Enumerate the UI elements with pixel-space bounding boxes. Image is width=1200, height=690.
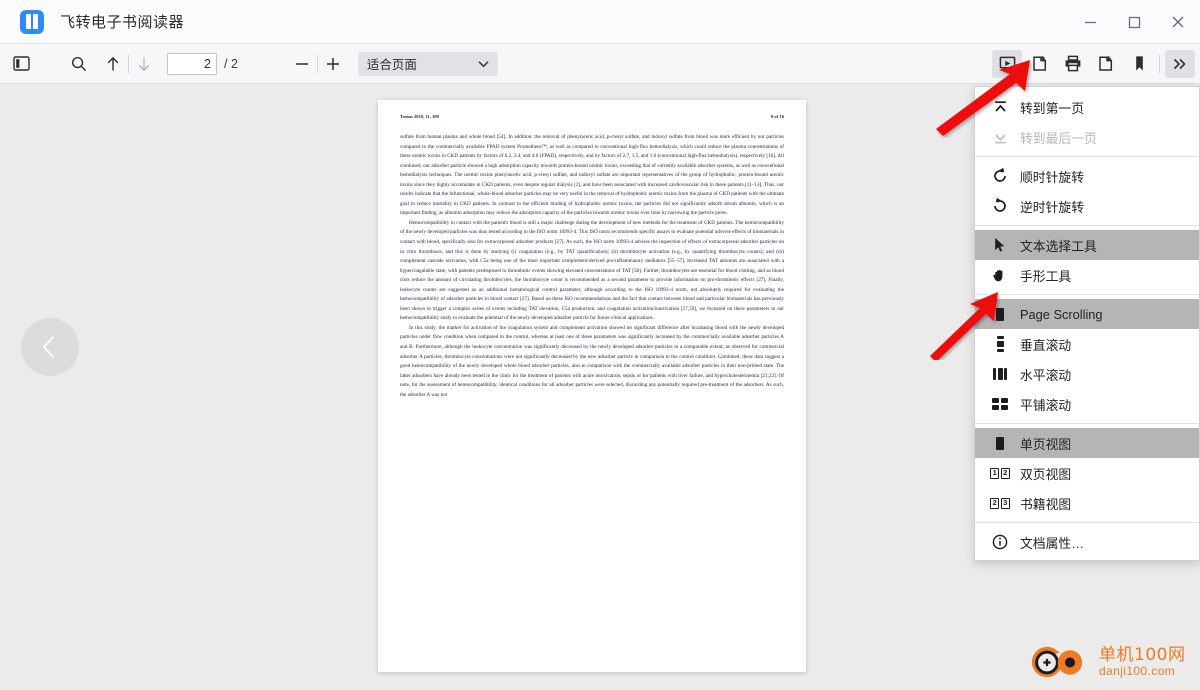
menu-item-label: 文本选择工具 — [1020, 238, 1097, 254]
zoom-out-button[interactable] — [287, 50, 317, 78]
watermark-logo-icon — [1031, 646, 1083, 678]
menu-item-book-view[interactable]: 2 3 书籍视图 — [975, 488, 1199, 518]
sidebar-toggle-button[interactable] — [6, 50, 36, 78]
document-body: sulfate from human plasma and whole bloo… — [378, 119, 806, 400]
dual-page-digit: 1 — [990, 467, 1000, 479]
rotate-counterclockwise-icon — [987, 198, 1013, 214]
watermark-en-text: danji100.com — [1099, 663, 1176, 678]
tools-dropdown-menu[interactable]: 转到第一页 转到最后一页 顺时针旋转 逆时针旋转 文本选择工具 手形工具 Pag… — [974, 86, 1200, 561]
menu-item-label: 单页视图 — [1020, 436, 1072, 452]
hand-tool-icon — [987, 267, 1013, 283]
menu-item-text-select-tool[interactable]: 文本选择工具 — [975, 230, 1199, 260]
title-bar: 飞转电子书阅读器 — [0, 0, 1200, 44]
right-divider — [1159, 54, 1160, 73]
close-button[interactable] — [1156, 0, 1200, 44]
window-controls — [1068, 0, 1200, 44]
document-header-right: 9 of 16 — [770, 114, 784, 119]
toolbar-right-group — [992, 49, 1200, 78]
chevron-down-icon — [478, 57, 489, 71]
menu-item-single-page-view[interactable]: 单页视图 — [975, 428, 1199, 458]
menu-separator — [975, 294, 1199, 295]
watermark-cn-text: 单机100网 — [1099, 645, 1186, 666]
watermark: 单机100网 danji100.com — [1030, 645, 1185, 679]
maximize-button[interactable] — [1112, 0, 1156, 44]
menu-item-vertical-scrolling[interactable]: 垂直滚动 — [975, 329, 1199, 359]
menu-item-go-last-page[interactable]: 转到最后一页 — [975, 122, 1199, 152]
menu-item-label: 平铺滚动 — [1020, 397, 1072, 413]
menu-item-label: 垂直滚动 — [1020, 337, 1072, 353]
menu-item-page-scrolling[interactable]: Page Scrolling — [975, 299, 1199, 329]
app-logo-icon — [20, 9, 44, 34]
zoom-level-value: 适合页面 — [366, 58, 417, 72]
menu-item-label: 逆时针旋转 — [1020, 199, 1084, 215]
menu-item-go-first-page[interactable]: 转到第一页 — [975, 92, 1199, 122]
info-circle-icon — [987, 534, 1013, 550]
go-last-page-icon — [987, 130, 1013, 145]
minimize-button[interactable] — [1068, 0, 1112, 44]
page-scrolling-icon — [987, 307, 1013, 321]
menu-item-label: 转到最后一页 — [1020, 130, 1097, 146]
more-tools-button[interactable] — [1165, 49, 1195, 78]
menu-item-label: 水平滚动 — [1020, 367, 1072, 383]
menu-item-rotate-counterclockwise[interactable]: 逆时针旋转 — [975, 191, 1199, 221]
open-file-button[interactable] — [1025, 50, 1055, 78]
menu-item-dual-page-view[interactable]: 1 2 双页视图 — [975, 458, 1199, 488]
application-window: 飞转电子书阅读器 / 2 — [0, 0, 1200, 690]
menu-separator — [975, 522, 1199, 523]
document-paragraph: sulfate from human plasma and whole bloo… — [400, 134, 784, 217]
zoom-level-select[interactable]: 适合页面 — [357, 51, 498, 76]
save-file-button[interactable] — [1091, 50, 1121, 78]
document-page-header: Toxins 2019, 11, 389 9 of 16 — [378, 100, 806, 119]
menu-item-label: 顺时针旋转 — [1020, 169, 1084, 185]
menu-item-wrapped-scrolling[interactable]: 平铺滚动 — [975, 389, 1199, 419]
single-page-view-icon — [987, 436, 1013, 450]
zoom-in-button[interactable] — [318, 50, 348, 78]
menu-separator — [975, 423, 1199, 424]
menu-separator — [975, 225, 1199, 226]
menu-item-label: 书籍视图 — [1020, 496, 1072, 512]
document-header-left: Toxins 2019, 11, 389 — [400, 114, 440, 119]
menu-item-label: 文档属性… — [1020, 535, 1084, 551]
horizontal-scrolling-icon — [987, 368, 1013, 380]
page-total-label: / 2 — [224, 56, 238, 71]
menu-item-horizontal-scrolling[interactable]: 水平滚动 — [975, 359, 1199, 389]
book-view-icon: 2 3 — [987, 497, 1013, 509]
previous-match-button[interactable] — [98, 50, 128, 78]
document-paragraph: In this study, the marker for activation… — [400, 324, 784, 398]
page-number-input[interactable] — [167, 52, 217, 75]
menu-item-label: 双页视图 — [1020, 466, 1072, 482]
dual-page-view-icon: 1 2 — [987, 467, 1013, 479]
menu-item-rotate-clockwise[interactable]: 顺时针旋转 — [975, 161, 1199, 191]
menu-item-document-properties[interactable]: 文档属性… — [975, 527, 1199, 557]
dual-page-digit: 2 — [1000, 467, 1010, 479]
print-button[interactable] — [1058, 50, 1088, 78]
main-toolbar: / 2 适合页面 — [0, 44, 1200, 84]
document-page: Toxins 2019, 11, 389 9 of 16 sulfate fro… — [378, 100, 806, 672]
document-paragraph: Hemocompatibility in contact with the pa… — [400, 219, 784, 322]
text-select-cursor-icon — [987, 237, 1013, 253]
menu-item-label: Page Scrolling — [1020, 306, 1103, 322]
menu-item-label: 转到第一页 — [1020, 100, 1084, 116]
app-title: 飞转电子书阅读器 — [60, 14, 185, 31]
previous-page-button[interactable] — [21, 318, 79, 376]
bookmark-button[interactable] — [1124, 50, 1154, 78]
vertical-scrolling-icon — [987, 336, 1013, 352]
book-view-digit: 3 — [1000, 497, 1010, 509]
search-button[interactable] — [64, 50, 94, 78]
menu-item-hand-tool[interactable]: 手形工具 — [975, 260, 1199, 290]
menu-separator — [975, 156, 1199, 157]
rotate-clockwise-icon — [987, 168, 1013, 184]
presentation-mode-button[interactable] — [992, 49, 1022, 78]
book-view-digit: 2 — [990, 497, 1000, 509]
wrapped-scrolling-icon — [987, 398, 1013, 410]
menu-item-label: 手形工具 — [1020, 268, 1072, 284]
next-match-button[interactable] — [129, 50, 159, 78]
go-first-page-icon — [987, 100, 1013, 115]
